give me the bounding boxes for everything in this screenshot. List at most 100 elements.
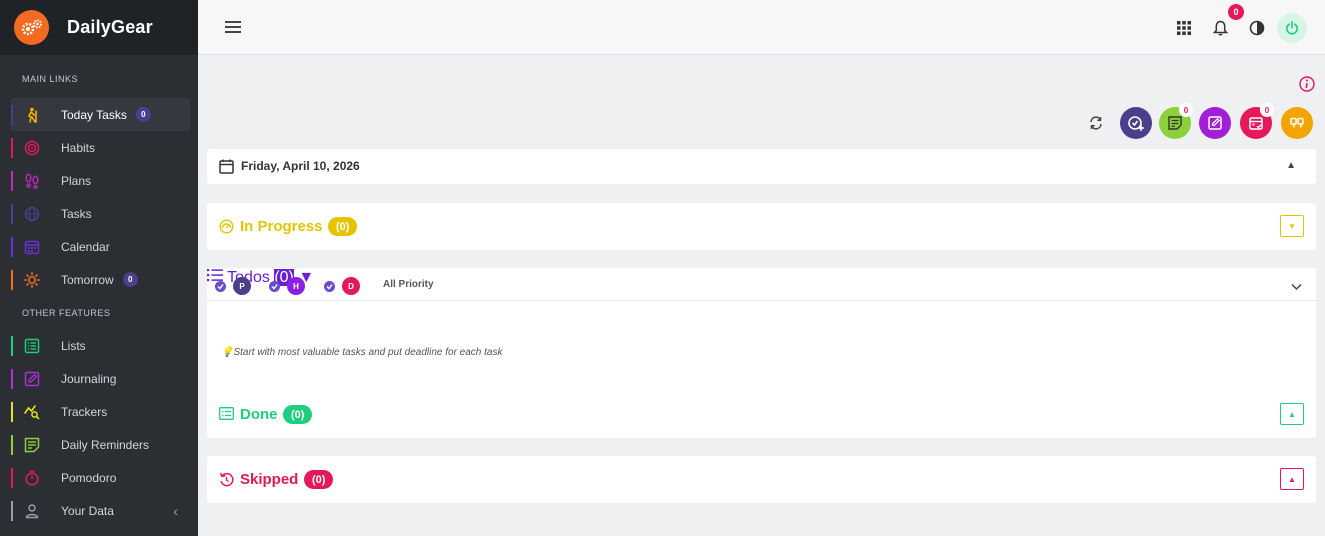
date-header[interactable]: Friday, April 10, 2026 ▲ bbox=[207, 149, 1316, 184]
note-icon bbox=[23, 436, 40, 453]
sidebar-item-label: Habits bbox=[61, 140, 96, 155]
add-task-button[interactable] bbox=[1120, 107, 1152, 139]
menu-icon[interactable] bbox=[225, 21, 241, 35]
notification-badge: 0 bbox=[1228, 4, 1244, 20]
footprints-icon bbox=[23, 172, 40, 189]
sidebar-item-plans[interactable]: Plans bbox=[11, 164, 190, 197]
sidebar-item-journaling[interactable]: Journaling bbox=[11, 362, 190, 395]
sidebar-item-habits[interactable]: Habits bbox=[11, 131, 190, 164]
sidebar-item-label: Plans bbox=[61, 173, 92, 188]
in-progress-title: In Progress bbox=[240, 218, 323, 235]
checklist-icon bbox=[219, 407, 234, 425]
done-expand-button[interactable]: ▲ bbox=[1280, 403, 1304, 425]
skipped-expand-button[interactable]: ▲ bbox=[1280, 468, 1304, 490]
gears-logo-icon bbox=[14, 10, 49, 45]
calendar-icon bbox=[219, 159, 234, 179]
priority-select[interactable]: All Priority bbox=[383, 279, 434, 290]
refresh-icon bbox=[1090, 116, 1102, 130]
sidebar-item-calendar[interactable]: Calendar bbox=[11, 230, 190, 263]
priority-filter-bar: P H D All Priority bbox=[207, 268, 1316, 301]
sidebar-item-label: Lists bbox=[61, 338, 86, 353]
sidebar-item-label: Journaling bbox=[61, 371, 117, 386]
info-icon[interactable] bbox=[1299, 76, 1315, 92]
brand[interactable]: DailyGear bbox=[0, 0, 198, 55]
today-tasks-badge: 0 bbox=[135, 107, 151, 122]
in-progress-count: (0) bbox=[328, 217, 358, 236]
sidebar-item-label: Daily Reminders bbox=[61, 437, 150, 452]
sidebar-item-label: Today Tasks bbox=[61, 107, 127, 122]
other-features-label: OTHER FEATURES bbox=[22, 308, 111, 318]
bell-icon[interactable] bbox=[1210, 18, 1230, 38]
todos-tip: 💡Start with most valuable tasks and put … bbox=[221, 347, 503, 358]
chevron-left-icon[interactable]: ‹ bbox=[173, 503, 178, 519]
skipped-section: Skipped (0) ▲ bbox=[207, 456, 1316, 503]
filter-chip-h[interactable]: H bbox=[269, 277, 305, 295]
theme-toggle-icon[interactable] bbox=[1247, 18, 1267, 38]
list-icon bbox=[23, 337, 40, 354]
notes-icon bbox=[1168, 116, 1182, 130]
sidebar-item-today-tasks[interactable]: Today Tasks 0 bbox=[11, 98, 190, 131]
tomorrow-badge: 0 bbox=[122, 272, 138, 287]
sidebar-item-label: Pomodoro bbox=[61, 470, 117, 485]
topbar: 0 bbox=[198, 0, 1325, 55]
add-task-icon bbox=[1128, 116, 1144, 131]
apps-grid-icon[interactable] bbox=[1174, 18, 1194, 38]
quote-icon bbox=[1290, 117, 1304, 128]
sidebar-item-label: Trackers bbox=[61, 404, 108, 419]
calendar-check-icon bbox=[1249, 117, 1263, 130]
check-icon bbox=[215, 280, 226, 292]
sidebar-item-tasks[interactable]: Tasks bbox=[11, 197, 190, 230]
trend-search-icon bbox=[23, 403, 40, 420]
sidebar-item-label: Calendar bbox=[61, 239, 110, 254]
undo-icon bbox=[219, 472, 234, 492]
filter-chip-p[interactable]: P bbox=[215, 277, 251, 295]
journal-button[interactable] bbox=[1199, 107, 1231, 139]
skipped-count: (0) bbox=[304, 470, 334, 489]
user-icon bbox=[23, 502, 40, 519]
sidebar-item-pomodoro[interactable]: Pomodoro bbox=[11, 461, 190, 494]
calendar-icon bbox=[23, 238, 40, 255]
calendar-check-button[interactable]: 0 bbox=[1240, 103, 1274, 139]
stopwatch-icon bbox=[23, 469, 40, 486]
chevron-down-icon[interactable] bbox=[1291, 278, 1302, 296]
target-icon bbox=[23, 139, 40, 156]
check-icon bbox=[269, 280, 280, 292]
done-count: (0) bbox=[283, 405, 313, 424]
action-buttons: 0 0 bbox=[198, 103, 1325, 139]
sidebar-item-lists[interactable]: Lists bbox=[11, 329, 190, 362]
sidebar-item-label: Your Data bbox=[61, 503, 114, 518]
filter-chip-d[interactable]: D bbox=[324, 277, 360, 295]
filter-letter: H bbox=[287, 277, 305, 295]
quote-button[interactable] bbox=[1281, 107, 1313, 139]
sidebar-item-label: Tomorrow bbox=[61, 272, 114, 287]
sidebar-item-daily-reminders[interactable]: Daily Reminders bbox=[11, 428, 190, 461]
hiking-icon bbox=[23, 106, 40, 123]
sidebar: DailyGear MAIN LINKS Today Tasks 0 Habit… bbox=[0, 0, 198, 536]
done-title: Done bbox=[240, 406, 278, 423]
sidebar-item-label: Tasks bbox=[61, 206, 92, 221]
collapse-up-icon[interactable]: ▲ bbox=[1286, 160, 1296, 171]
sun-icon bbox=[23, 271, 40, 288]
filter-letter: P bbox=[233, 277, 251, 295]
power-button[interactable] bbox=[1277, 13, 1307, 43]
notes-button[interactable]: 0 bbox=[1159, 103, 1193, 139]
check-icon bbox=[324, 280, 335, 292]
skipped-title: Skipped bbox=[240, 471, 299, 488]
gauge-icon bbox=[219, 219, 234, 239]
journal-icon bbox=[23, 370, 40, 387]
calendar-badge: 0 bbox=[1260, 103, 1274, 117]
done-section: Done (0) ▲ bbox=[207, 391, 1316, 438]
sidebar-item-tomorrow[interactable]: Tomorrow 0 bbox=[11, 263, 190, 296]
refresh-button[interactable] bbox=[1080, 107, 1112, 139]
globe-icon bbox=[23, 205, 40, 222]
in-progress-section: In Progress (0) ▼ bbox=[207, 203, 1316, 250]
edit-icon bbox=[1208, 116, 1222, 130]
in-progress-expand-button[interactable]: ▼ bbox=[1280, 215, 1304, 237]
main-links-label: MAIN LINKS bbox=[22, 74, 79, 84]
power-icon bbox=[1286, 21, 1298, 35]
sidebar-item-your-data[interactable]: Your Data ‹ bbox=[11, 494, 190, 527]
brand-title: DailyGear bbox=[67, 17, 153, 37]
notes-badge: 0 bbox=[1179, 103, 1193, 117]
sidebar-item-trackers[interactable]: Trackers bbox=[11, 395, 190, 428]
filter-letter: D bbox=[342, 277, 360, 295]
